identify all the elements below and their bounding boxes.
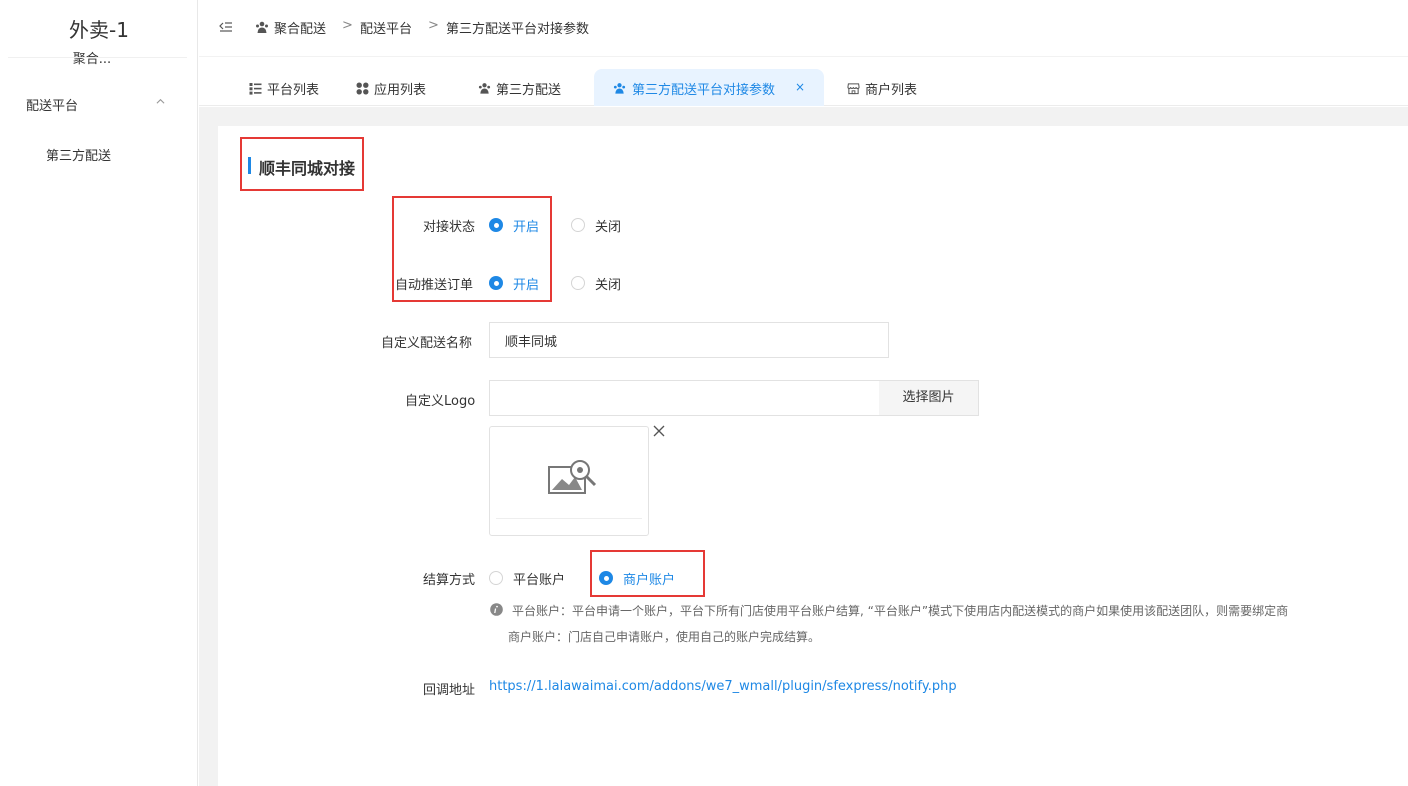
users-icon xyxy=(613,83,626,94)
sidebar-item-label: 第三方配送 xyxy=(46,149,112,164)
callback-label: 回调地址 xyxy=(423,683,476,698)
breadcrumb-item-aggregate-delivery[interactable]: 聚合配送 xyxy=(274,18,326,37)
tab-merchant-list[interactable]: 商户列表 xyxy=(841,69,937,106)
remove-logo-icon[interactable] xyxy=(652,424,666,438)
section-title-bar xyxy=(248,157,251,174)
dock-status-label: 对接状态 xyxy=(423,220,476,235)
collapse-menu-icon[interactable] xyxy=(219,20,233,34)
auto-push-off-label[interactable]: 关闭 xyxy=(595,274,621,293)
tabs-bar: 平台列表 应用列表 第三方配送 第三方配送平台对接参数 × 商户列表 xyxy=(199,58,1408,106)
custom-name-label: 自定义配送名称 xyxy=(381,336,473,351)
tab-label: 第三方配送平台对接参数 xyxy=(632,83,776,98)
custom-logo-label: 自定义Logo xyxy=(405,394,476,409)
dock-status-off-label[interactable]: 关闭 xyxy=(595,216,621,235)
breadcrumb-separator: > xyxy=(428,18,439,33)
sidebar-item-third-party-delivery[interactable]: 第三方配送 xyxy=(0,138,198,170)
logo-preview-frame xyxy=(496,433,642,519)
dock-status-off-radio[interactable] xyxy=(571,218,585,232)
tab-label: 应用列表 xyxy=(374,83,427,98)
sidebar: 外卖-1 聚合... 配送平台 第三方配送 xyxy=(0,0,198,786)
settlement-label: 结算方式 xyxy=(423,573,476,588)
auto-push-on-label[interactable]: 开启 xyxy=(513,274,539,293)
custom-name-input[interactable] xyxy=(489,322,889,358)
section-title: 顺丰同城对接 xyxy=(259,159,356,178)
info-icon xyxy=(490,603,503,616)
tab-third-party-delivery[interactable]: 第三方配送 xyxy=(472,69,582,106)
sidebar-group-delivery-platform[interactable]: 配送平台 xyxy=(0,86,198,120)
chevron-up-icon xyxy=(156,98,165,104)
top-header: 聚合配送 > 配送平台 > 第三方配送平台对接参数 xyxy=(199,0,1408,57)
users-icon xyxy=(478,83,491,94)
list-icon xyxy=(249,83,262,95)
tab-app-list[interactable]: 应用列表 xyxy=(350,69,444,106)
breadcrumb-item-delivery-platform[interactable]: 配送平台 xyxy=(360,18,412,37)
shop-icon xyxy=(847,83,860,95)
settlement-merchant-radio[interactable] xyxy=(599,571,613,585)
tab-close-icon[interactable]: × xyxy=(795,80,805,94)
sidebar-group-label: 配送平台 xyxy=(26,99,79,114)
breadcrumb-item-current: 第三方配送平台对接参数 xyxy=(446,22,590,37)
logo-preview xyxy=(489,426,649,536)
choose-image-button[interactable]: 选择图片 xyxy=(879,380,979,416)
apps-grid-icon xyxy=(356,82,369,95)
dock-status-on-radio[interactable] xyxy=(489,218,503,232)
breadcrumb-separator: > xyxy=(342,18,353,33)
settlement-platform-label[interactable]: 平台账户 xyxy=(513,569,565,588)
tab-platform-list[interactable]: 平台列表 xyxy=(243,69,333,106)
custom-logo-input[interactable] xyxy=(489,380,880,416)
settlement-help-line-2: 商户账户：门店自己申请账户，使用自己的账户完成结算。 xyxy=(508,630,821,644)
sidebar-divider xyxy=(8,57,187,58)
app-title: 外卖-1 xyxy=(69,18,129,42)
tab-label: 第三方配送 xyxy=(496,83,562,98)
auto-push-label: 自动推送订单 xyxy=(395,278,474,293)
logo-preview-image xyxy=(496,433,642,519)
dock-status-on-label[interactable]: 开启 xyxy=(513,216,539,235)
tab-label: 平台列表 xyxy=(267,83,320,98)
settlement-help-line-1: 平台账户：平台申请一个账户，平台下所有门店使用平台账户结算, “平台账户”模式下… xyxy=(512,604,1289,618)
tab-delivery-params[interactable]: 第三方配送平台对接参数 × xyxy=(594,69,824,106)
auto-push-on-radio[interactable] xyxy=(489,276,503,290)
tab-label: 商户列表 xyxy=(865,83,918,98)
callback-url-link[interactable]: https://1.lalawaimai.com/addons/we7_wmal… xyxy=(489,679,957,694)
users-icon xyxy=(256,21,268,33)
auto-push-off-radio[interactable] xyxy=(571,276,585,290)
settlement-merchant-label[interactable]: 商户账户 xyxy=(623,569,675,588)
settlement-platform-radio[interactable] xyxy=(489,571,503,585)
